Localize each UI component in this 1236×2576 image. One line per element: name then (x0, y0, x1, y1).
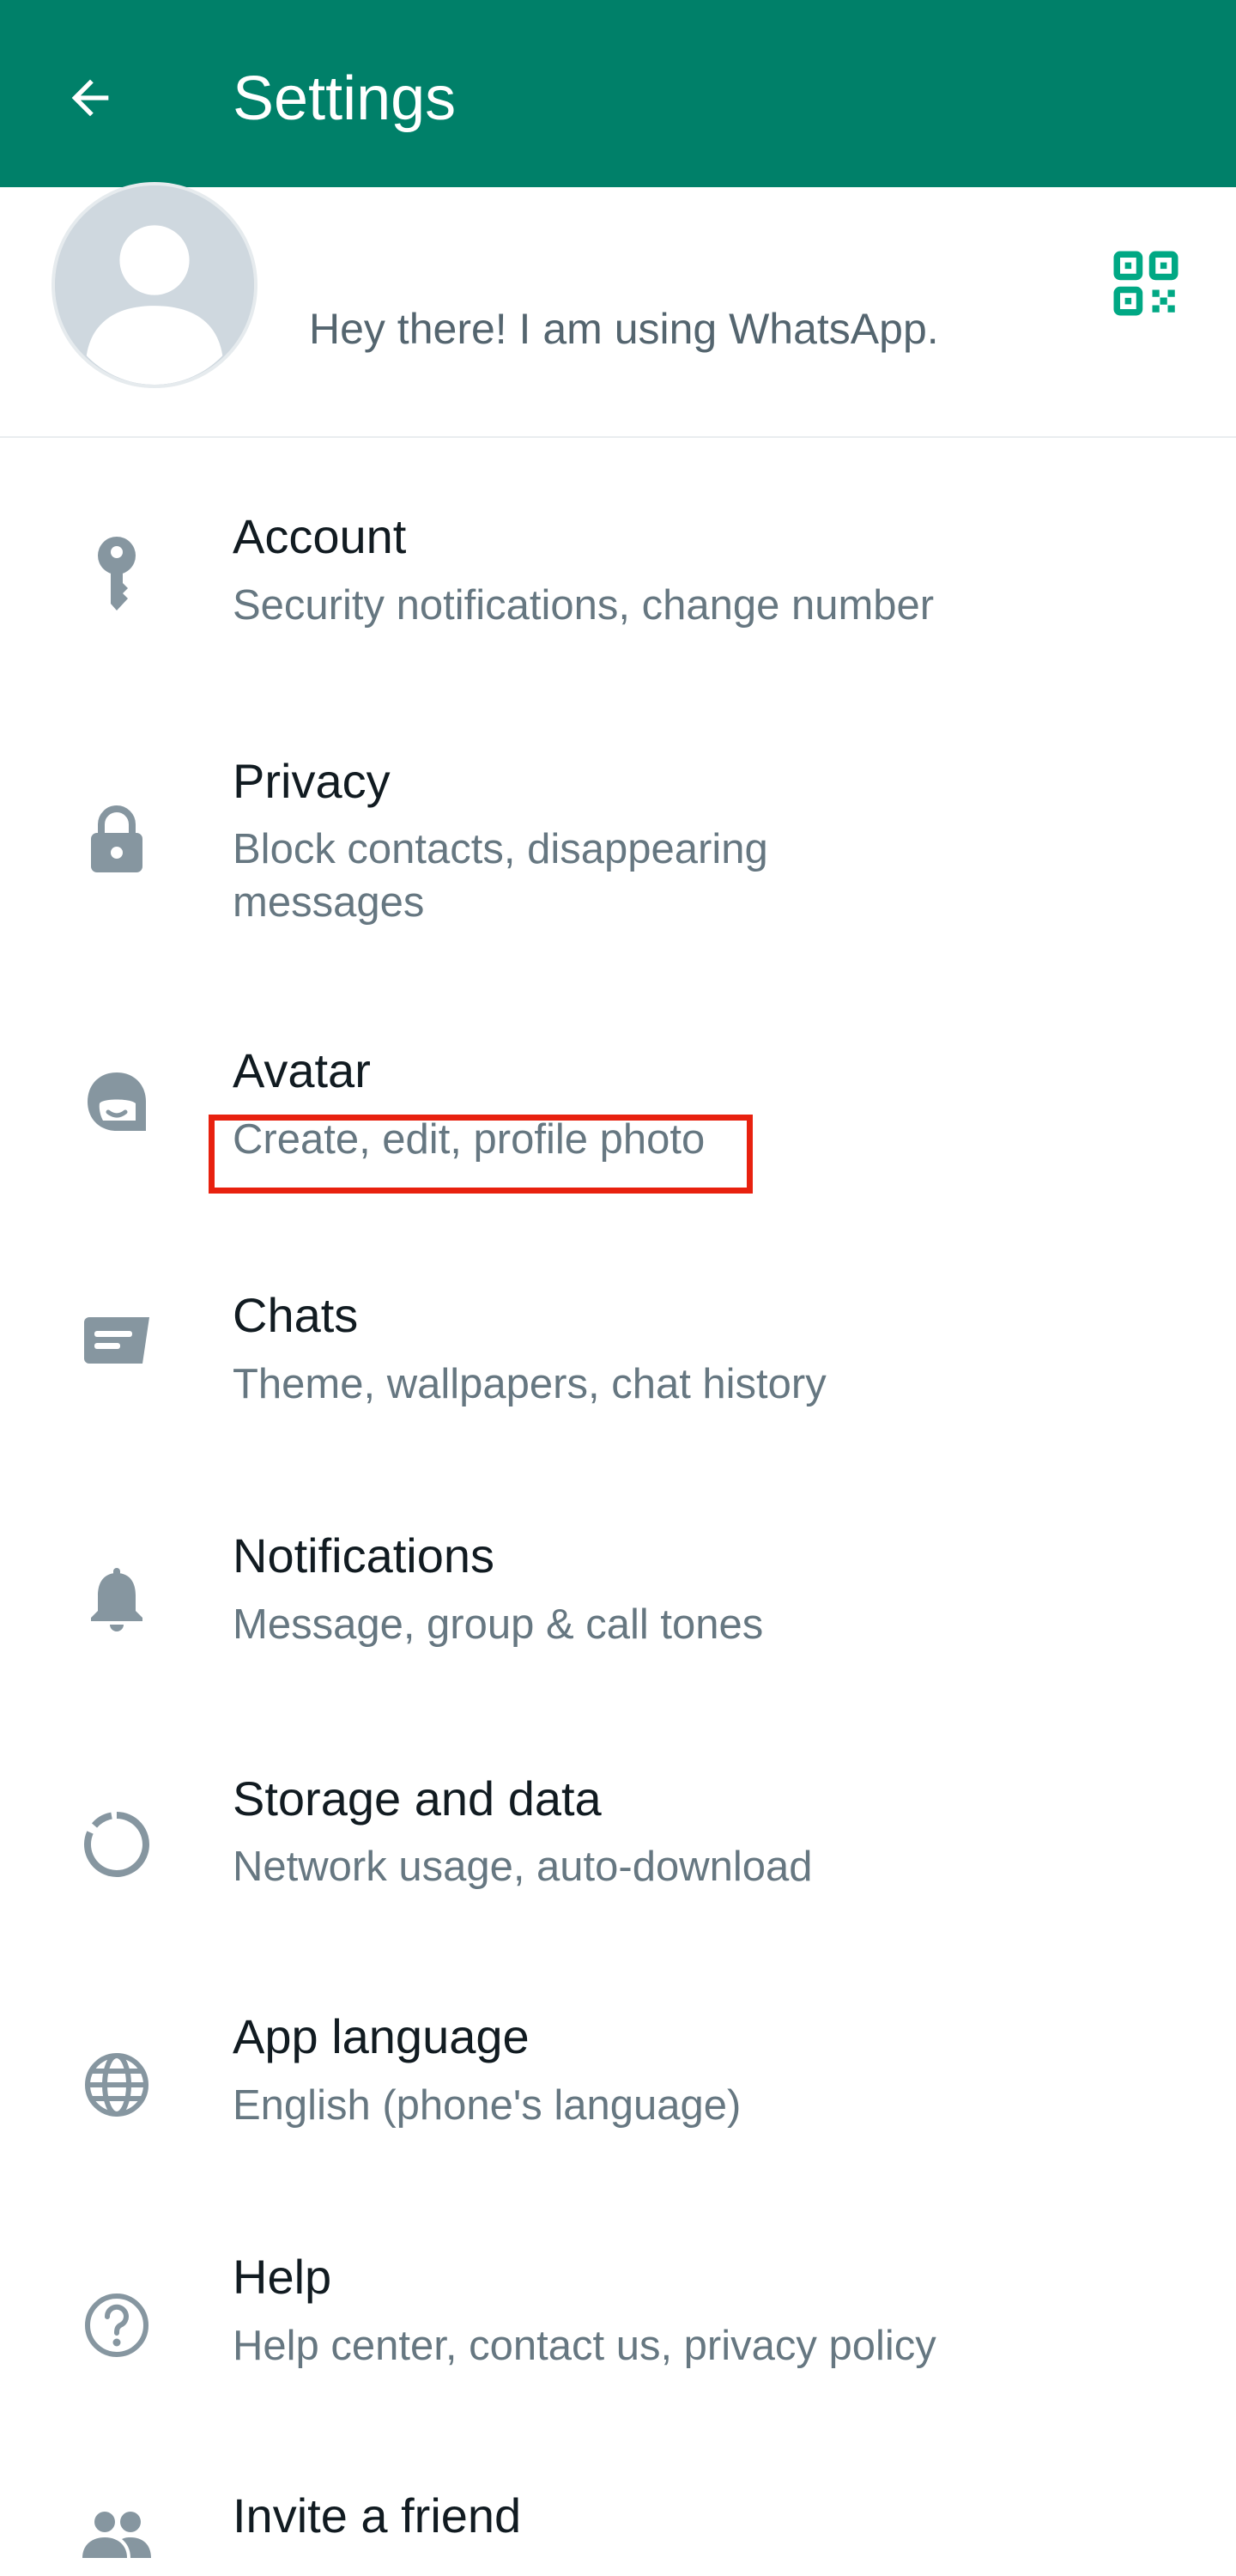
avatar-face-icon (76, 1060, 157, 1142)
app-bar: Settings (0, 0, 1236, 187)
settings-item-notifications[interactable]: Notifications Message, group & call tone… (0, 1507, 1236, 1730)
lock-icon (76, 799, 157, 880)
settings-item-title: Avatar (233, 1043, 371, 1097)
settings-item-subtitle: Message, group & call tones (233, 1601, 764, 1648)
settings-item-subtitle: English (phone's language) (233, 2082, 742, 2129)
key-icon (76, 532, 157, 614)
settings-item-privacy[interactable]: Privacy Block contacts, disappearing mes… (0, 730, 1236, 987)
settings-item-title: Help (233, 2250, 332, 2304)
page-title: Settings (233, 64, 457, 133)
settings-item-title: Chats (233, 1288, 359, 1342)
qr-code-icon (1113, 251, 1178, 316)
storage-circle-icon (76, 1803, 157, 1885)
settings-item-title: Notifications (233, 1528, 495, 1583)
settings-item-title: Invite a friend (233, 2488, 522, 2543)
settings-item-chats[interactable]: Chats Theme, wallpapers, chat history (0, 1267, 1236, 1490)
settings-item-subtitle-line2: messages (233, 879, 425, 926)
highlight-annotation-box (209, 1115, 753, 1194)
settings-item-account[interactable]: Account Security notifications, change n… (0, 481, 1236, 704)
settings-item-help[interactable]: Help Help center, contact us, privacy po… (0, 2228, 1236, 2451)
settings-item-subtitle: Block contacts, disappearing (233, 826, 768, 872)
chat-icon (76, 1301, 157, 1382)
back-button[interactable] (47, 55, 133, 141)
settings-item-subtitle: Network usage, auto-download (233, 1844, 813, 1890)
settings-item-storage[interactable]: Storage and data Network usage, auto-dow… (0, 1747, 1236, 1971)
default-avatar-icon (55, 185, 254, 385)
settings-item-app-language[interactable]: App language English (phone's language) (0, 1988, 1236, 2211)
profile-avatar[interactable] (52, 182, 258, 388)
arrow-left-icon (71, 79, 109, 117)
bell-icon (76, 1558, 157, 1640)
help-icon (76, 2284, 157, 2366)
people-icon (76, 2494, 157, 2576)
settings-item-title: Account (233, 509, 407, 563)
settings-item-invite-friend[interactable]: Invite a friend (0, 2469, 1236, 2568)
settings-item-subtitle: Security notifications, change number (233, 582, 935, 629)
settings-item-subtitle: Theme, wallpapers, chat history (233, 1361, 827, 1407)
settings-item-title: Privacy (233, 754, 391, 808)
settings-item-title: App language (233, 2009, 530, 2063)
globe-icon (76, 2044, 157, 2125)
settings-item-title: Storage and data (233, 1771, 602, 1826)
profile-status: Hey there! I am using WhatsApp. (309, 305, 939, 353)
settings-item-subtitle: Help center, contact us, privacy policy (233, 2323, 936, 2369)
qr-code-button[interactable] (1107, 245, 1184, 322)
